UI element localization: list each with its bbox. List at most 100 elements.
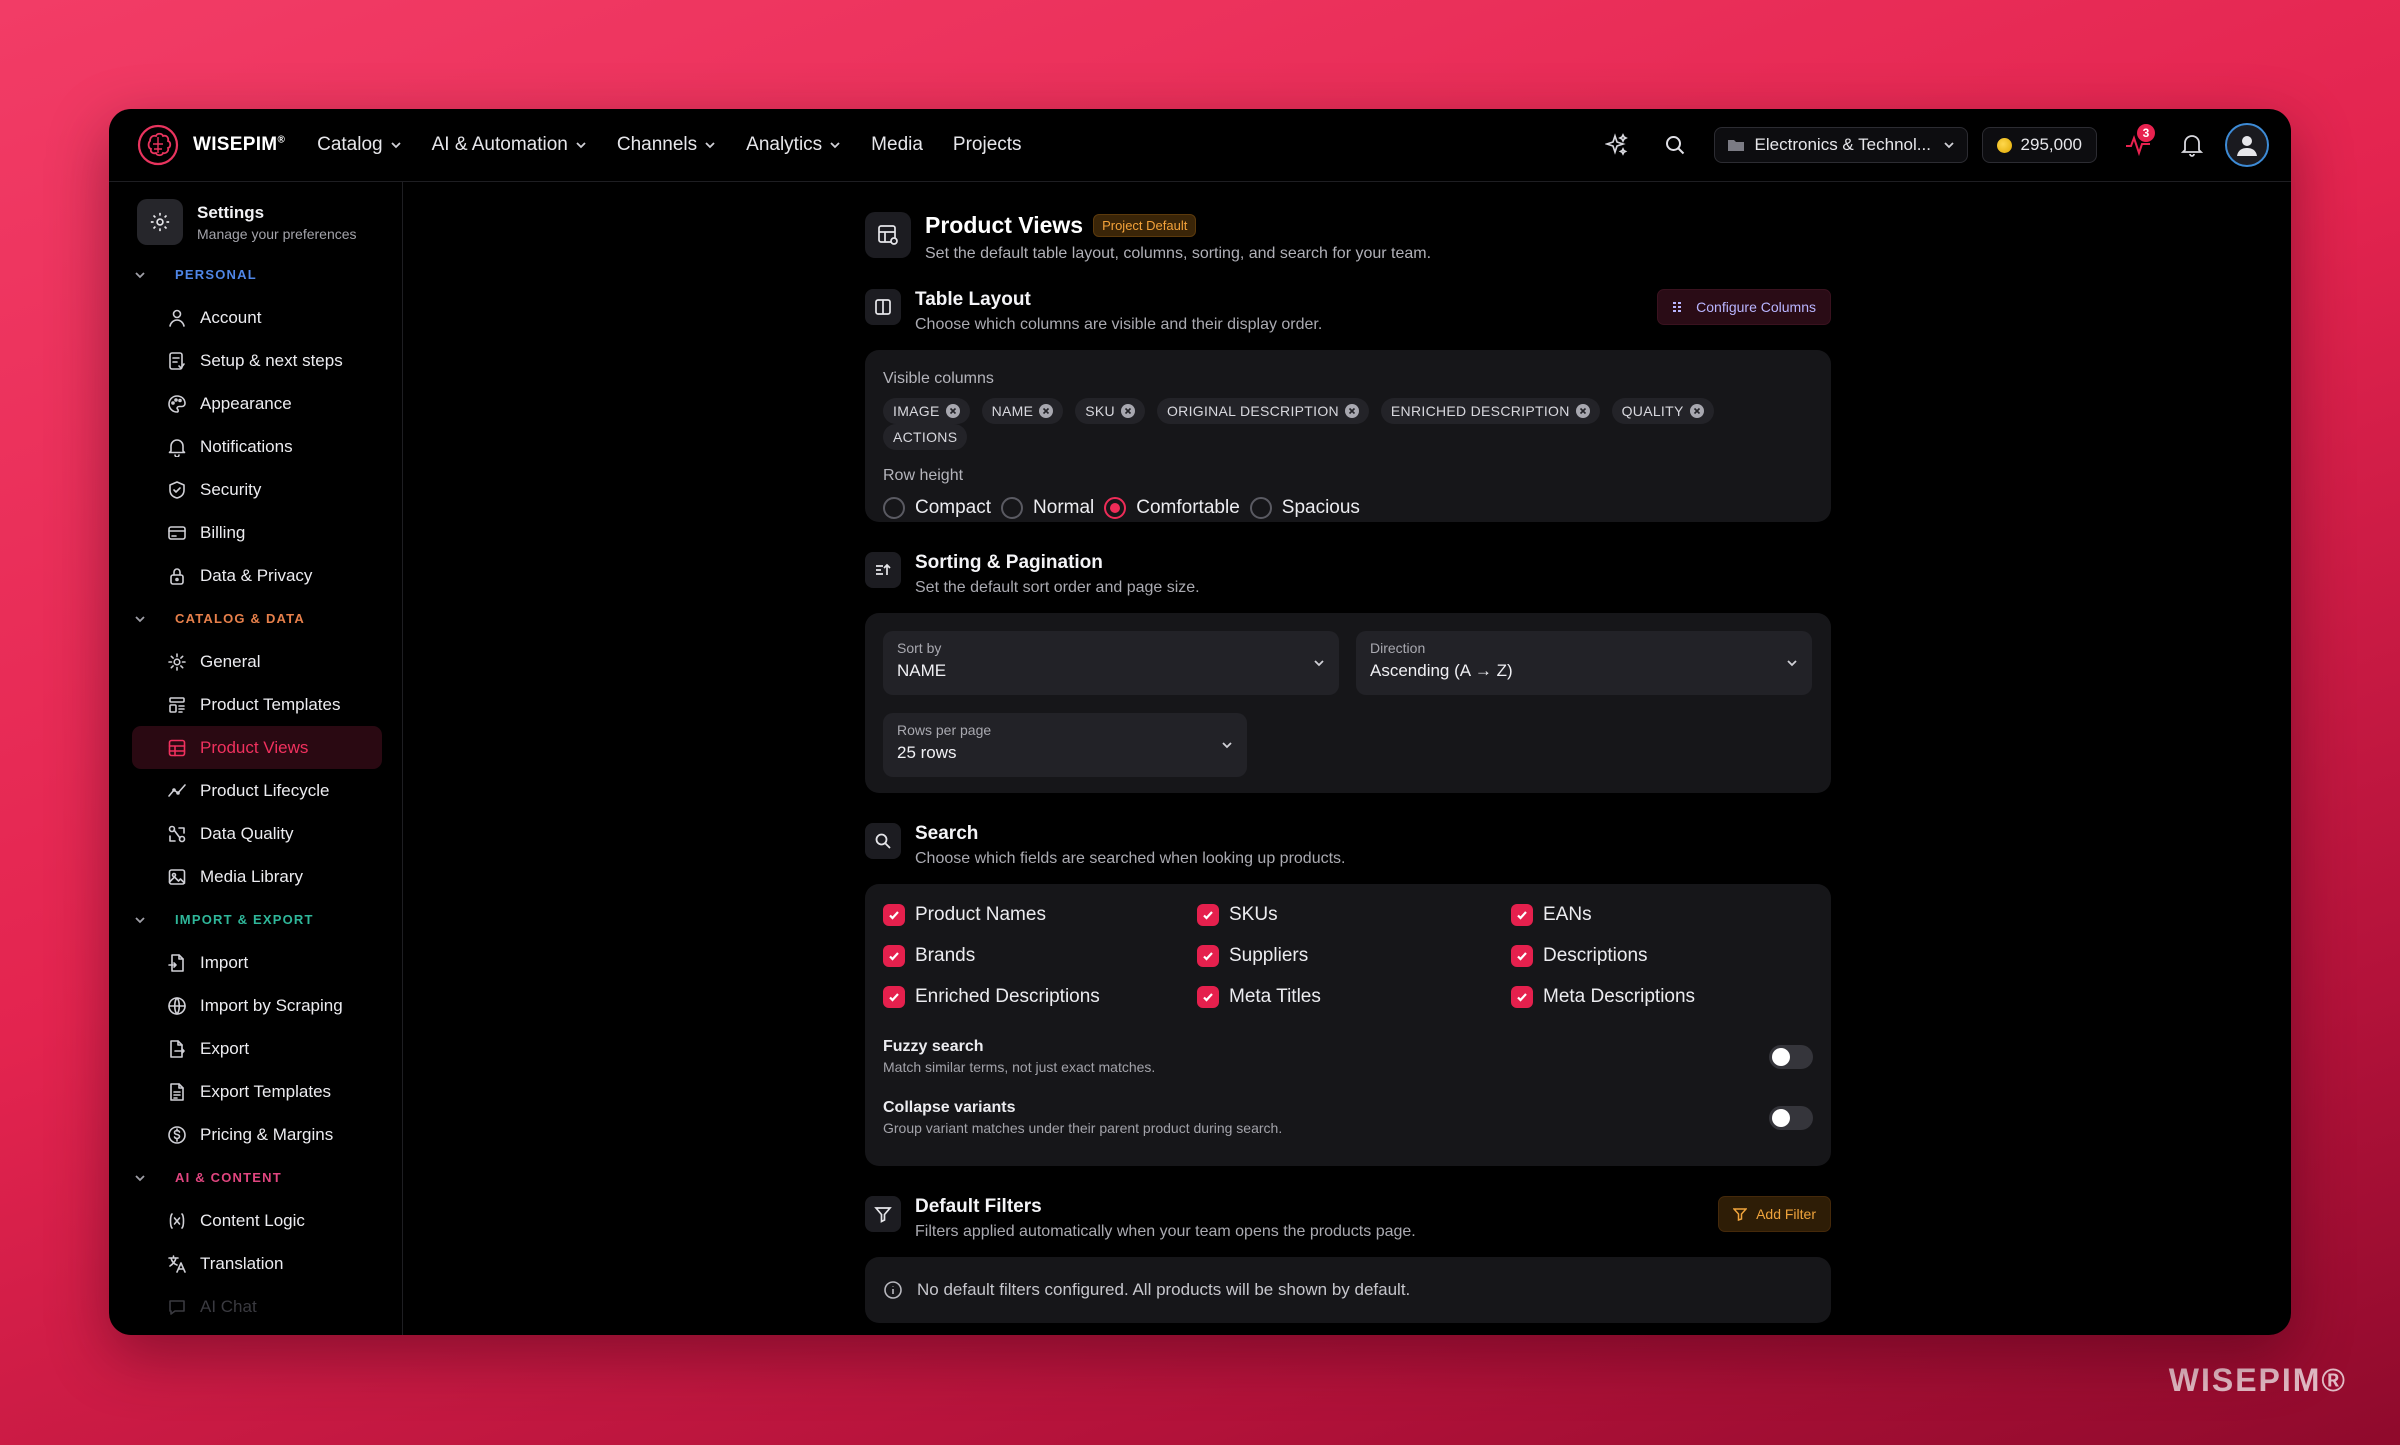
section-catalog-data[interactable]: CATALOG & DATA — [109, 597, 402, 640]
search-field-enriched-descriptions[interactable]: Enriched Descriptions — [883, 986, 1197, 1008]
row-height-normal[interactable]: Normal — [1001, 497, 1094, 519]
checkbox-label: Suppliers — [1229, 945, 1309, 966]
search-field-brands[interactable]: Brands — [883, 945, 1197, 967]
checkbox-checked-icon — [1511, 904, 1533, 926]
direction-select[interactable]: Direction Ascending (A → Z) — [1356, 631, 1812, 695]
main-content: Product Views Project Default Set the de… — [403, 182, 2291, 1335]
ai-sparkle-button[interactable] — [1598, 126, 1636, 164]
remove-column-icon[interactable] — [1689, 404, 1704, 418]
section-import-export[interactable]: IMPORT & EXPORT — [109, 898, 402, 941]
checkbox-checked-icon — [1511, 945, 1533, 967]
credits-balance[interactable]: 295,000 — [1981, 127, 2097, 163]
collapse-variants-toggle[interactable] — [1769, 1105, 1813, 1130]
search-field-skus[interactable]: SKUs — [1197, 904, 1511, 926]
search-field-eans[interactable]: EANs — [1511, 904, 1825, 926]
collapse-variants-subtitle: Group variant matches under their parent… — [883, 1120, 1283, 1136]
sidebar-item-data-quality[interactable]: Data Quality — [109, 812, 402, 855]
section-ai-content[interactable]: AI & CONTENT — [109, 1156, 402, 1199]
checkbox-label: Brands — [915, 945, 976, 966]
filters-subtitle: Filters applied automatically when your … — [915, 1223, 1416, 1240]
remove-column-icon[interactable] — [1344, 404, 1359, 418]
brand[interactable]: WISEPIM® — [137, 124, 285, 166]
sidebar-item-product-lifecycle[interactable]: Product Lifecycle — [109, 769, 402, 812]
sorting-panel: Sort by NAME Direction Ascending (A → Z)… — [865, 613, 1831, 793]
workspace-selector[interactable]: Electronics & Technol... — [1713, 127, 1968, 163]
sidebar-item-setup-next-steps[interactable]: Setup & next steps — [109, 339, 402, 382]
rows-per-page-select[interactable]: Rows per page 25 rows — [883, 713, 1247, 777]
search-field-meta-descriptions[interactable]: Meta Descriptions — [1511, 986, 1825, 1008]
sidebar-item-export-templates[interactable]: Export Templates — [109, 1070, 402, 1113]
remove-column-icon[interactable] — [1120, 404, 1135, 418]
radio-indicator — [1001, 497, 1024, 519]
nav-label: Media — [871, 134, 923, 155]
sidebar-item-media-library[interactable]: Media Library — [109, 855, 402, 898]
remove-column-icon[interactable] — [945, 404, 960, 418]
sort-icon — [865, 552, 901, 588]
sidebar-item-ai-chat[interactable]: AI Chat — [109, 1285, 402, 1328]
sidebar-item-label: Translation — [200, 1253, 284, 1273]
sidebar-item-import[interactable]: Import — [109, 941, 402, 984]
nav-analytics[interactable]: Analytics — [731, 125, 856, 165]
search-field-meta-titles[interactable]: Meta Titles — [1197, 986, 1511, 1008]
checkbox-checked-icon — [1197, 904, 1219, 926]
table-settings-icon — [865, 212, 911, 258]
sidebar-item-appearance[interactable]: Appearance — [109, 382, 402, 425]
sidebar-item-billing[interactable]: Billing — [109, 511, 402, 554]
sidebar-item-label: Account — [200, 307, 262, 327]
nav-media[interactable]: Media — [856, 125, 938, 165]
sparkle-icon — [1604, 133, 1628, 156]
section-personal[interactable]: PERSONAL — [109, 253, 402, 296]
sidebar-item-product-templates[interactable]: Product Templates — [109, 683, 402, 726]
sidebar-item-label: Product Lifecycle — [200, 780, 330, 800]
sidebar-item-product-views[interactable]: Product Views — [132, 726, 382, 769]
sidebar-sections: PERSONAL Account Setup & next steps Appeara… — [109, 253, 402, 1328]
translate-icon — [168, 1254, 186, 1273]
sort-by-select[interactable]: Sort by NAME — [883, 631, 1339, 695]
chevron-down-icon — [576, 142, 586, 149]
search-field-product-names[interactable]: Product Names — [883, 904, 1197, 926]
radio-label: Spacious — [1281, 497, 1360, 518]
sidebar-item-import-by-scraping[interactable]: Import by Scraping — [109, 984, 402, 1027]
remove-column-icon[interactable] — [1039, 404, 1054, 418]
checkbox-label: Meta Titles — [1229, 986, 1321, 1007]
sidebar-item-security[interactable]: Security — [109, 468, 402, 511]
search-field-suppliers[interactable]: Suppliers — [1197, 945, 1511, 967]
sidebar-item-label: AI Chat — [200, 1296, 257, 1316]
nav-catalog[interactable]: Catalog — [302, 125, 417, 165]
fuzzy-search-toggle[interactable] — [1769, 1044, 1813, 1069]
nav-ai-automation[interactable]: AI & Automation — [417, 125, 602, 165]
notifications-button[interactable] — [2173, 126, 2211, 164]
search-icon — [1665, 136, 1684, 155]
checkbox-checked-icon — [883, 986, 905, 1008]
no-filters-message: No default filters configured. All produ… — [865, 1257, 1831, 1323]
workspace-label: Electronics & Technol... — [1754, 135, 1931, 154]
search-button[interactable] — [1656, 126, 1694, 164]
sidebar-item-general[interactable]: General — [109, 640, 402, 683]
sidebar-item-pricing-margins[interactable]: Pricing & Margins — [109, 1113, 402, 1156]
sidebar-item-export[interactable]: Export — [109, 1027, 402, 1070]
folder-icon — [1727, 140, 1744, 151]
sidebar-item-account[interactable]: Account — [109, 296, 402, 339]
nav-channels[interactable]: Channels — [602, 125, 731, 165]
sidebar-item-notifications[interactable]: Notifications — [109, 425, 402, 468]
radio-indicator — [1249, 497, 1272, 519]
remove-column-icon[interactable] — [1575, 404, 1590, 418]
nav-projects[interactable]: Projects — [938, 125, 1037, 165]
radio-indicator — [883, 497, 905, 519]
row-height-spacious[interactable]: Spacious — [1249, 497, 1360, 519]
search-field-descriptions[interactable]: Descriptions — [1511, 945, 1825, 967]
radio-indicator — [1104, 497, 1127, 519]
page-subtitle: Set the default table layout, columns, s… — [925, 245, 1432, 262]
gear-icon — [137, 199, 183, 245]
add-filter-button[interactable]: Add Filter — [1718, 1196, 1831, 1232]
file-export-icon — [170, 1039, 185, 1058]
sidebar-item-data-privacy[interactable]: Data & Privacy — [109, 554, 402, 597]
configure-columns-button[interactable]: Configure Columns — [1657, 289, 1831, 325]
user-avatar[interactable] — [2225, 123, 2269, 167]
sidebar-item-translation[interactable]: Translation — [109, 1242, 402, 1285]
sidebar-item-content-logic[interactable]: Content Logic — [109, 1199, 402, 1242]
row-height-comfortable[interactable]: Comfortable — [1104, 497, 1240, 519]
row-height-compact[interactable]: Compact — [883, 497, 991, 519]
activity-button[interactable]: 3 — [2119, 124, 2157, 164]
page-title: Product Views — [925, 212, 1084, 238]
